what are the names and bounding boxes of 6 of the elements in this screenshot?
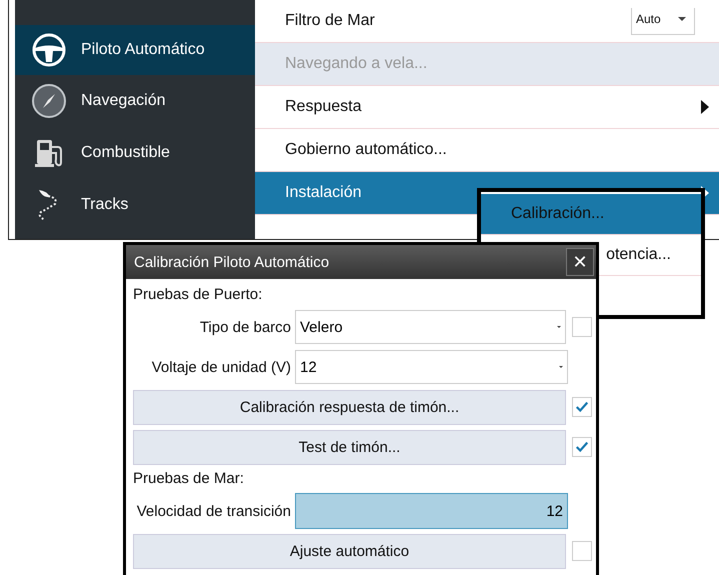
field-label: Voltaje de unidad (V) — [150, 358, 291, 376]
dialog-title: Calibración Piloto Automático — [134, 254, 330, 270]
field-label: Velocidad de transición — [136, 502, 291, 520]
field-label: Tipo de barco — [198, 318, 291, 336]
section-heading: Pruebas de Mar: — [133, 469, 245, 489]
section-heading: Pruebas de Puerto: — [133, 285, 264, 305]
